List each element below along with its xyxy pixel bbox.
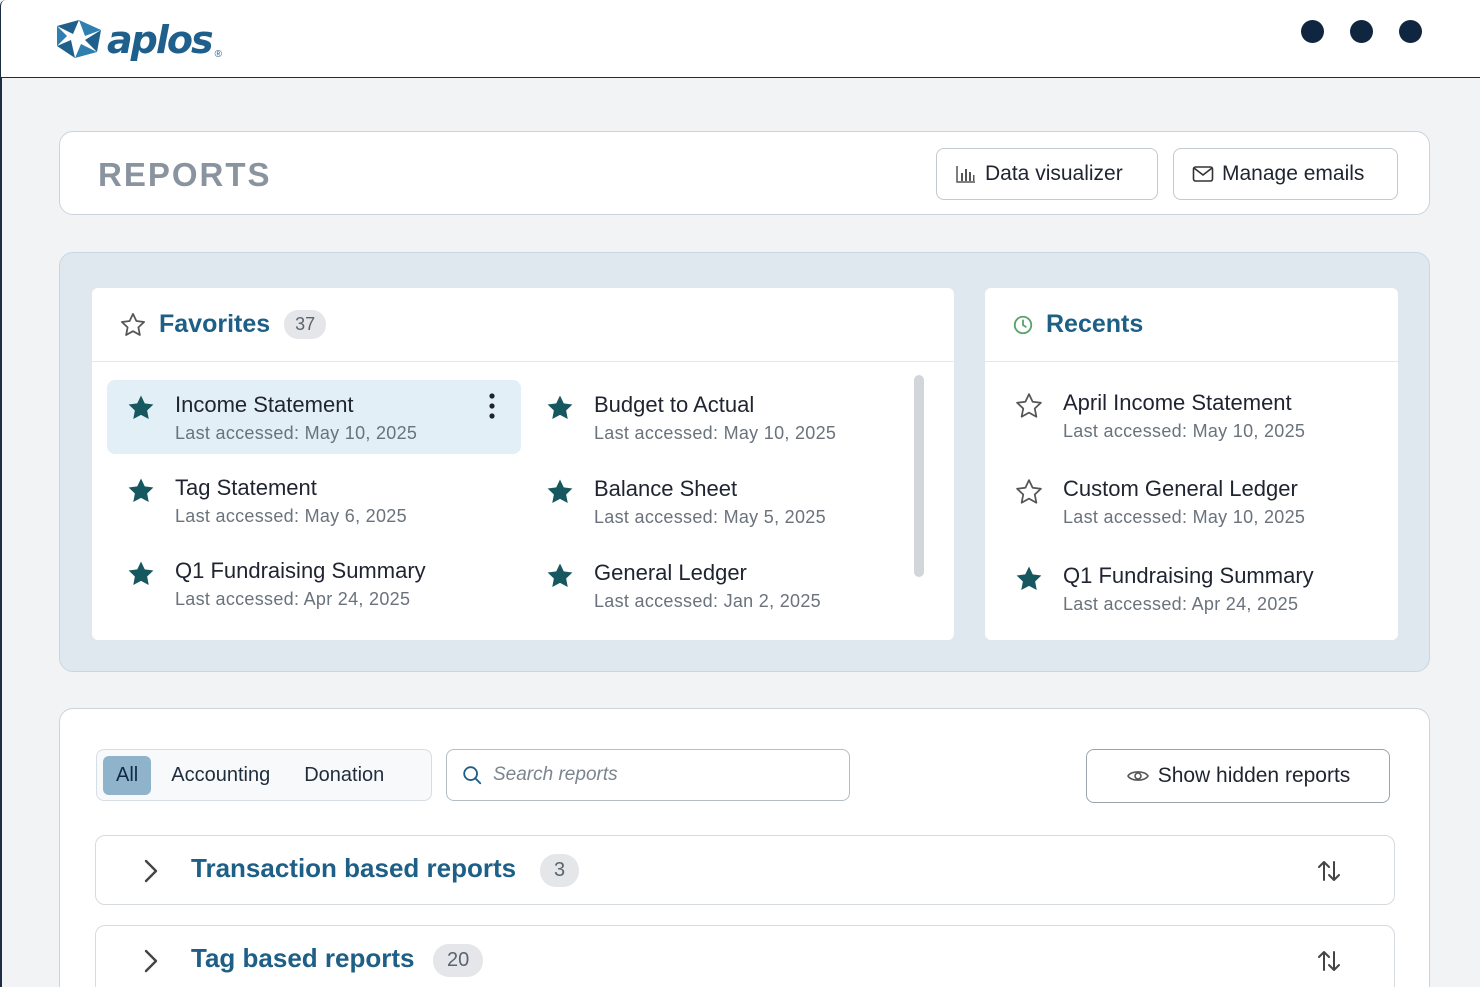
search-icon [463, 766, 482, 785]
favorites-scrollbar[interactable] [914, 375, 924, 577]
star-filled-icon[interactable] [126, 476, 156, 506]
favorite-item[interactable]: Q1 Fundraising Summary Last accessed: Ap… [107, 546, 521, 620]
star-filled-icon[interactable] [545, 393, 575, 423]
recent-item-name: Q1 Fundraising Summary [1063, 563, 1314, 588]
recent-item-last-accessed: Last accessed: May 10, 2025 [1063, 507, 1306, 527]
favorite-item-name: Income Statement [175, 392, 354, 417]
star-filled-icon[interactable] [1014, 564, 1044, 594]
search-input[interactable] [493, 764, 833, 786]
favorite-item-name: Q1 Fundraising Summary [175, 558, 426, 583]
report-group-count: 3 [540, 854, 580, 887]
recent-item-name: April Income Statement [1063, 390, 1292, 415]
favorite-item-last-accessed: Last accessed: May 6, 2025 [175, 506, 407, 526]
favorites-count-badge: 37 [284, 310, 327, 339]
aplos-logo-icon [57, 20, 101, 58]
category-filter: All Accounting Donation [96, 749, 432, 801]
manage-emails-button[interactable]: Manage emails [1173, 148, 1398, 200]
window-dot-2[interactable] [1350, 20, 1373, 43]
report-group-title: Tag based reports [191, 943, 415, 973]
favorite-item-last-accessed: Last accessed: Apr 24, 2025 [175, 589, 411, 609]
favorites-recents-panel: Favorites 37 Income Statement Last acces… [59, 252, 1430, 672]
favorite-item-last-accessed: Last accessed: May 10, 2025 [594, 423, 837, 443]
chevron-right-icon[interactable] [142, 858, 160, 884]
aplos-logo[interactable]: aplos ® [53, 10, 222, 62]
recent-item-name: Custom General Ledger [1063, 476, 1298, 501]
reports-header: REPORTS Data visualizer Manage emails [59, 131, 1430, 215]
window-dot-1[interactable] [1301, 20, 1324, 43]
recents-card: Recents April Income Statement Last acce… [985, 288, 1398, 640]
favorite-item-name: Tag Statement [175, 475, 317, 500]
favorite-item[interactable]: Income Statement Last accessed: May 10, … [107, 380, 521, 454]
report-group-count: 20 [433, 944, 484, 977]
favorite-item[interactable]: General Ledger Last accessed: Jan 2, 202… [526, 548, 940, 622]
reports-list-card: All Accounting Donation Show hidden repo… [59, 708, 1430, 987]
data-visualizer-label: Data visualizer [985, 162, 1123, 185]
recent-item[interactable]: Q1 Fundraising Summary Last accessed: Ap… [995, 551, 1385, 625]
star-filled-icon[interactable] [545, 477, 575, 507]
sort-icon[interactable] [1316, 858, 1342, 884]
star-filled-icon[interactable] [126, 559, 156, 589]
more-options-icon[interactable] [489, 392, 495, 420]
recents-header: Recents [985, 288, 1398, 362]
show-hidden-reports-label: Show hidden reports [1157, 764, 1351, 787]
report-group-title: Transaction based reports [191, 853, 517, 883]
manage-emails-label: Manage emails [1222, 162, 1365, 185]
clock-icon [1013, 315, 1033, 334]
favorites-title: Favorites [159, 310, 271, 338]
window-controls [1301, 20, 1422, 43]
favorite-item[interactable]: Tag Statement Last accessed: May 6, 2025 [107, 463, 521, 537]
report-group-tag[interactable]: Tag based reports 20 [95, 925, 1395, 987]
favorite-item[interactable]: Budget to Actual Last accessed: May 10, … [526, 380, 940, 454]
filter-tab-all[interactable]: All [103, 755, 152, 795]
recent-item-last-accessed: Last accessed: Apr 24, 2025 [1063, 594, 1299, 614]
star-filled-icon[interactable] [126, 393, 156, 423]
recents-title: Recents [1046, 310, 1144, 338]
show-hidden-reports-button[interactable]: Show hidden reports [1086, 749, 1390, 803]
favorite-item-name: Budget to Actual [594, 392, 755, 417]
favorite-item-last-accessed: Last accessed: May 10, 2025 [175, 423, 418, 443]
favorites-header: Favorites 37 [92, 288, 954, 362]
favorite-item-last-accessed: Last accessed: Jan 2, 2025 [594, 591, 821, 611]
logo-text: aplos [107, 18, 214, 62]
recent-item-last-accessed: Last accessed: May 10, 2025 [1063, 421, 1306, 441]
filter-tab-donation[interactable]: Donation [290, 756, 398, 795]
bar-chart-icon [956, 166, 975, 183]
star-outline-icon[interactable] [1014, 391, 1044, 421]
top-bar: aplos ® [0, 0, 1480, 78]
favorites-card: Favorites 37 Income Statement Last acces… [92, 288, 954, 640]
window-dot-3[interactable] [1399, 20, 1422, 43]
page-title: REPORTS [98, 156, 272, 193]
eye-icon [1126, 771, 1149, 781]
sort-icon[interactable] [1316, 948, 1342, 974]
star-outline-icon [121, 312, 145, 336]
window-left-border [0, 78, 2, 987]
star-filled-icon[interactable] [545, 561, 575, 591]
favorite-item-name: Balance Sheet [594, 476, 738, 501]
favorite-item-last-accessed: Last accessed: May 5, 2025 [594, 507, 826, 527]
data-visualizer-button[interactable]: Data visualizer [936, 148, 1158, 200]
filter-tab-accounting[interactable]: Accounting [157, 756, 284, 795]
star-outline-icon[interactable] [1014, 477, 1044, 507]
recent-item[interactable]: April Income Statement Last accessed: Ma… [995, 378, 1385, 452]
recent-item[interactable]: Custom General Ledger Last accessed: May… [995, 464, 1385, 538]
report-group-transaction[interactable]: Transaction based reports 3 [95, 835, 1395, 905]
favorite-item-name: General Ledger [594, 560, 747, 585]
logo-registered-mark: ® [214, 49, 222, 60]
favorite-item[interactable]: Balance Sheet Last accessed: May 5, 2025 [526, 464, 940, 538]
chevron-right-icon[interactable] [142, 948, 160, 974]
search-box [446, 749, 850, 801]
envelope-icon [1192, 166, 1214, 182]
